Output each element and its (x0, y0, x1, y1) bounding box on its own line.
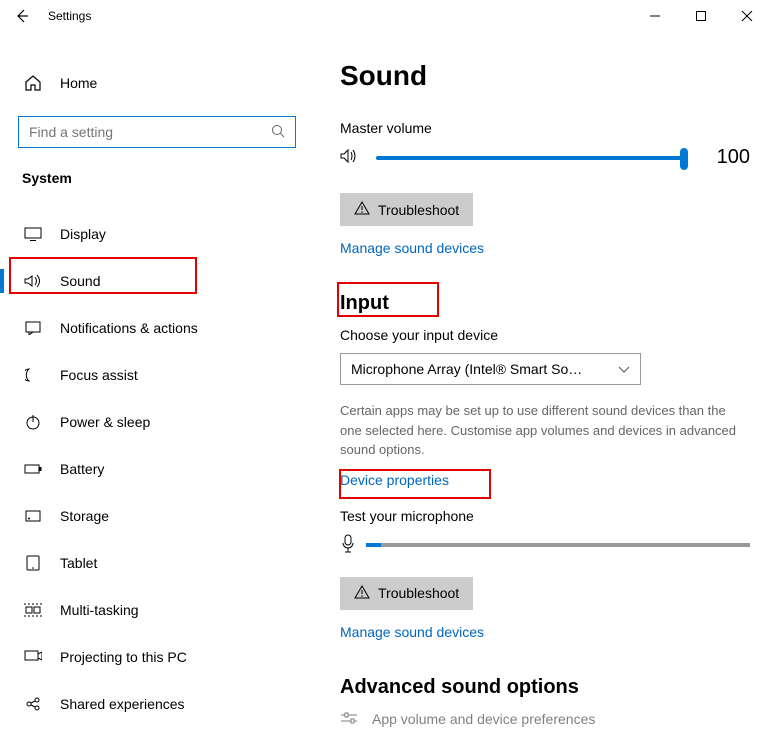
sidebar-item-label: Tablet (60, 555, 97, 571)
manage-input-link[interactable]: Manage sound devices (340, 624, 750, 640)
choose-input-label: Choose your input device (340, 327, 750, 343)
minimize-button[interactable] (632, 0, 678, 32)
warning-icon (354, 201, 370, 218)
speaker-icon (340, 148, 360, 167)
search-icon (271, 124, 285, 141)
sidebar-item-label: Notifications & actions (60, 320, 198, 336)
sidebar-item-battery[interactable]: Battery (18, 449, 200, 489)
sidebar-item-display[interactable]: Display (18, 214, 200, 254)
focus-icon (24, 366, 42, 384)
maximize-button[interactable] (678, 0, 724, 32)
sidebar-item-label: Sound (60, 273, 100, 289)
app-volume-link[interactable]: App volume and device preferences (372, 711, 595, 727)
project-icon (24, 648, 42, 666)
multitask-icon (24, 601, 42, 619)
sidebar-item-storage[interactable]: Storage (18, 496, 200, 536)
sidebar-item-label: Power & sleep (60, 414, 150, 430)
microphone-icon (340, 534, 356, 557)
category-title: System (18, 170, 310, 186)
sidebar-item-tablet[interactable]: Tablet (18, 543, 200, 583)
sidebar-item-label: Shared experiences (60, 696, 185, 712)
sidebar-item-label: Focus assist (60, 367, 138, 383)
shared-icon (24, 695, 42, 713)
sidebar-item-label: Projecting to this PC (60, 649, 187, 665)
close-button[interactable] (724, 0, 770, 32)
display-icon (24, 225, 42, 243)
notifications-icon (24, 319, 42, 337)
advanced-heading: Advanced sound options (340, 676, 750, 699)
search-input[interactable] (18, 116, 296, 148)
sidebar-item-shared[interactable]: Shared experiences (18, 684, 200, 724)
back-button[interactable] (0, 0, 44, 32)
volume-value: 100 (700, 146, 750, 169)
chevron-down-icon (618, 361, 630, 377)
sidebar-item-label: Multi-tasking (60, 602, 139, 618)
volume-slider[interactable] (376, 156, 684, 160)
page-title: Sound (340, 60, 750, 92)
device-properties-link[interactable]: Device properties (340, 472, 750, 488)
troubleshoot-input-button[interactable]: Troubleshoot (340, 577, 473, 610)
sidebar-item-focus[interactable]: Focus assist (18, 355, 200, 395)
mic-level-meter (366, 543, 750, 547)
home-icon (24, 74, 42, 92)
tablet-icon (24, 554, 42, 572)
sidebar-home[interactable]: Home (18, 64, 310, 102)
sidebar-item-label: Display (60, 226, 106, 242)
app-title: Settings (44, 9, 91, 23)
search-field[interactable] (29, 124, 271, 140)
sidebar-item-label: Storage (60, 508, 109, 524)
sidebar-item-sound[interactable]: Sound (18, 261, 200, 301)
dropdown-value: Microphone Array (Intel® Smart So… (351, 361, 618, 377)
sidebar-item-notifications[interactable]: Notifications & actions (18, 308, 200, 348)
power-icon (24, 413, 42, 431)
input-description: Certain apps may be set up to use differ… (340, 401, 750, 460)
input-device-dropdown[interactable]: Microphone Array (Intel® Smart So… (340, 353, 641, 385)
manage-output-link[interactable]: Manage sound devices (340, 240, 750, 256)
troubleshoot-output-button[interactable]: Troubleshoot (340, 193, 473, 226)
sliders-icon (340, 711, 358, 728)
sidebar-item-multitask[interactable]: Multi-tasking (18, 590, 200, 630)
sound-icon (24, 272, 42, 290)
storage-icon (24, 507, 42, 525)
battery-icon (24, 460, 42, 478)
home-label: Home (60, 75, 97, 91)
sidebar-item-project[interactable]: Projecting to this PC (18, 637, 200, 677)
test-mic-label: Test your microphone (340, 508, 750, 524)
input-heading: Input (340, 292, 750, 315)
sidebar-item-label: Battery (60, 461, 104, 477)
warning-icon (354, 585, 370, 602)
master-volume-label: Master volume (340, 120, 750, 136)
sidebar-item-power[interactable]: Power & sleep (18, 402, 200, 442)
